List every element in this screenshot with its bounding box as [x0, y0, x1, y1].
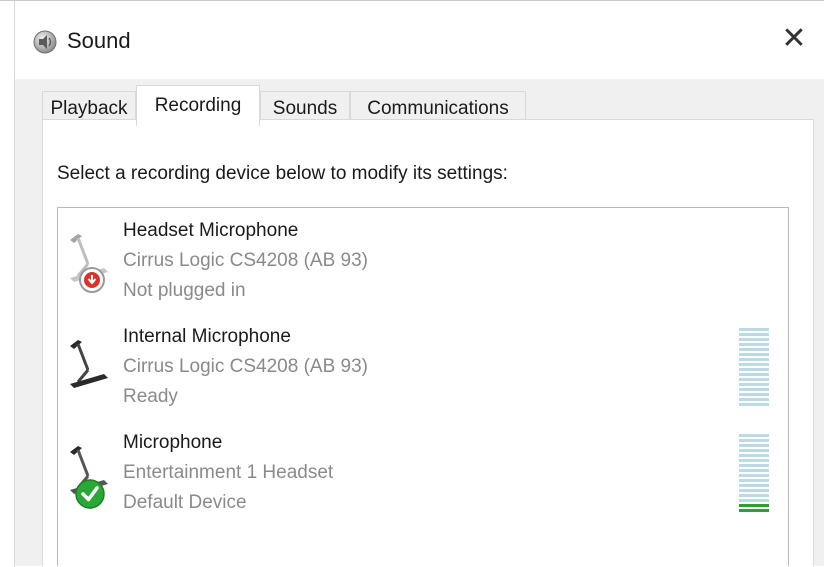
device-name: Headset Microphone	[123, 220, 299, 241]
tab-recording[interactable]: Recording	[136, 85, 260, 126]
device-status: Not plugged in	[123, 280, 246, 301]
meter-segment	[739, 449, 769, 452]
title-bar[interactable]: Sound ✕	[15, 1, 824, 79]
microphone-icon	[70, 234, 108, 293]
meter-segment	[739, 348, 769, 351]
microphone-icon	[70, 446, 108, 509]
meter-segment	[739, 403, 769, 406]
meter-segment	[739, 338, 769, 341]
list-item-headset-microphone[interactable]: Headset Microphone Cirrus Logic CS4208 (…	[58, 212, 788, 312]
dialog-body: Playback Recording Sounds Communications…	[15, 79, 824, 566]
meter-segment	[739, 388, 769, 391]
meter-segment	[739, 333, 769, 336]
list-item-microphone[interactable]: Microphone Entertainment 1 Headset Defau…	[58, 424, 788, 524]
meter-segment	[739, 469, 769, 472]
device-status: Default Device	[123, 492, 247, 513]
recording-device-list[interactable]: Headset Microphone Cirrus Logic CS4208 (…	[57, 207, 789, 566]
device-driver: Entertainment 1 Headset	[123, 462, 334, 483]
meter-segment	[739, 368, 769, 371]
tab-label: Sounds	[272, 97, 338, 119]
meter-segment	[739, 494, 769, 497]
meter-segment	[739, 328, 769, 331]
level-meter	[739, 328, 769, 406]
unplugged-icon	[79, 267, 105, 293]
close-button[interactable]: ✕	[778, 23, 810, 55]
meter-segment	[739, 509, 769, 512]
level-meter	[739, 434, 769, 512]
sound-dialog: Sound ✕ Playback Recording Sounds Commun…	[0, 0, 824, 567]
meter-segment	[739, 353, 769, 356]
window-title: Sound	[67, 28, 131, 53]
device-driver: Cirrus Logic CS4208 (AB 93)	[123, 250, 368, 271]
meter-segment	[739, 358, 769, 361]
meter-segment	[739, 444, 769, 447]
default-device-check-icon	[75, 479, 105, 509]
meter-segment	[739, 383, 769, 386]
meter-segment	[739, 479, 769, 482]
meter-segment	[739, 393, 769, 396]
meter-segment	[739, 398, 769, 401]
meter-segment	[739, 484, 769, 487]
meter-segment	[739, 363, 769, 366]
tab-label: Communications	[367, 97, 509, 119]
meter-segment	[739, 504, 769, 507]
speaker-icon	[33, 30, 57, 54]
device-name: Internal Microphone	[123, 326, 291, 347]
device-name: Microphone	[123, 432, 223, 453]
meter-segment	[739, 343, 769, 346]
meter-segment	[739, 378, 769, 381]
meter-segment	[739, 499, 769, 502]
meter-segment	[739, 474, 769, 477]
tab-label: Playback	[50, 97, 128, 119]
recording-panel: Select a recording device below to modif…	[42, 119, 814, 566]
list-item-internal-microphone[interactable]: Internal Microphone Cirrus Logic CS4208 …	[58, 318, 788, 418]
tab-label: Recording	[154, 95, 242, 116]
meter-segment	[739, 434, 769, 437]
meter-segment	[739, 373, 769, 376]
meter-segment	[739, 439, 769, 442]
meter-segment	[739, 459, 769, 462]
device-status: Ready	[123, 386, 178, 407]
meter-segment	[739, 489, 769, 492]
close-icon: ✕	[781, 22, 807, 55]
meter-segment	[739, 464, 769, 467]
meter-segment	[739, 454, 769, 457]
instruction-text: Select a recording device below to modif…	[57, 163, 508, 184]
microphone-icon	[70, 340, 108, 388]
device-driver: Cirrus Logic CS4208 (AB 93)	[123, 356, 368, 377]
